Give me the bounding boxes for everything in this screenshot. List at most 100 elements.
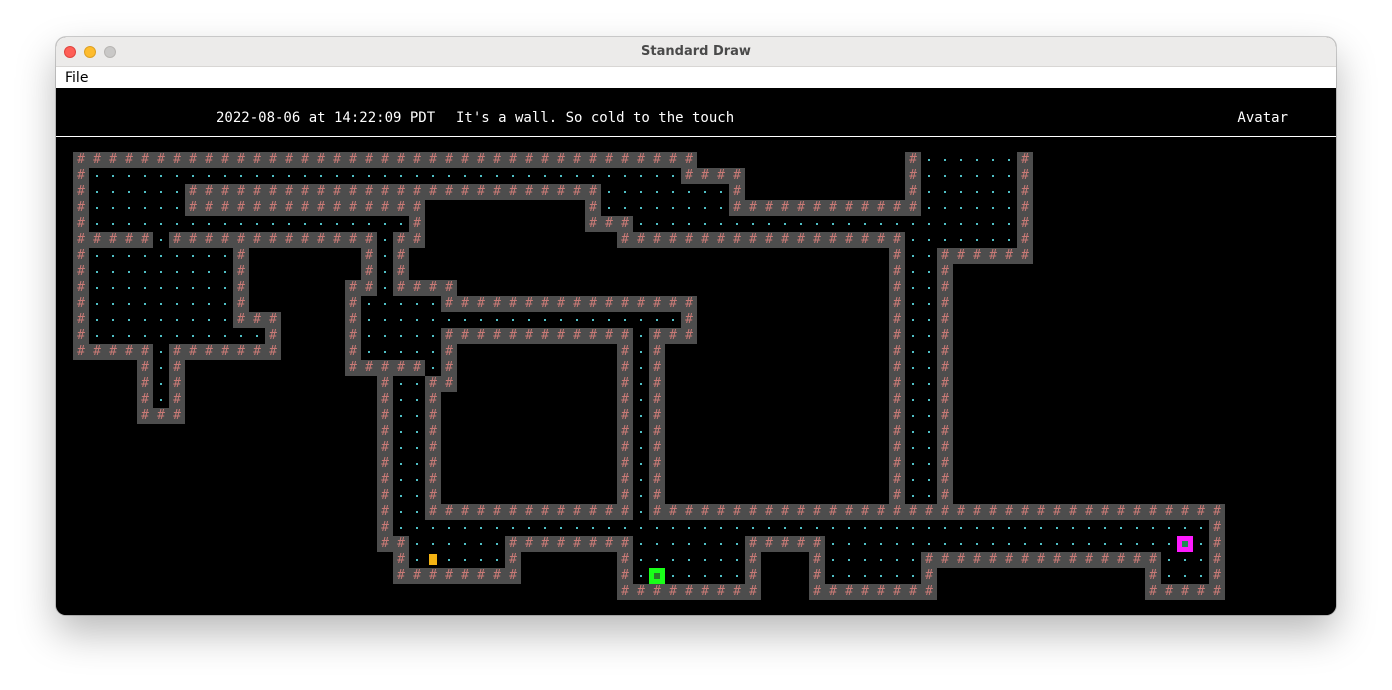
wall-tile: # [1209,504,1225,520]
wall-tile: # [505,536,521,552]
floor-tile [617,520,633,536]
wall-tile: # [617,392,633,408]
floor-tile [761,216,777,232]
floor-tile [921,424,937,440]
wall-tile: # [761,232,777,248]
wall-tile: # [169,344,185,360]
wall-tile: # [585,152,601,168]
wall-tile: # [425,280,441,296]
floor-tile [921,344,937,360]
wall-tile: # [1145,504,1161,520]
wall-tile: # [473,504,489,520]
wall-tile: # [169,392,185,408]
wall-tile: # [745,568,761,584]
wall-tile: # [1033,504,1049,520]
wall-tile: # [697,504,713,520]
floor-tile [137,264,153,280]
floor-tile [585,312,601,328]
wall-tile: # [201,344,217,360]
wall-tile: # [217,344,233,360]
wall-tile: # [249,152,265,168]
floor-tile [441,312,457,328]
wall-tile: # [585,296,601,312]
wall-tile: # [393,552,409,568]
wall-tile: # [377,424,393,440]
floor-tile [649,216,665,232]
wall-tile: # [393,360,409,376]
floor-tile [505,168,521,184]
floor-tile [953,216,969,232]
floor-tile [393,376,409,392]
wall-tile: # [425,456,441,472]
floor-tile [825,568,841,584]
wall-tile: # [121,232,137,248]
wall-tile: # [1129,504,1145,520]
floor-tile [137,280,153,296]
wall-tile: # [889,328,905,344]
floor-tile [89,200,105,216]
game-canvas[interactable]: 2022-08-06 at 14:22:09 PDT It's a wall. … [56,88,1336,615]
wall-tile: # [377,360,393,376]
wall-tile: # [441,504,457,520]
wall-tile: # [937,344,953,360]
floor-tile [201,296,217,312]
floor-tile [217,168,233,184]
floor-tile [633,392,649,408]
wall-tile: # [937,472,953,488]
wall-tile: # [905,184,921,200]
floor-tile [105,216,121,232]
floor-tile [713,184,729,200]
floor-tile [489,552,505,568]
floor-tile [985,216,1001,232]
wall-tile: # [681,312,697,328]
floor-tile [825,536,841,552]
floor-tile [857,568,873,584]
floor-tile [617,200,633,216]
wall-tile: # [169,408,185,424]
wall-tile: # [73,232,89,248]
wall-tile: # [153,408,169,424]
wall-tile: # [441,376,457,392]
floor-tile [105,168,121,184]
floor-tile [169,168,185,184]
wall-tile: # [585,184,601,200]
wall-tile: # [889,440,905,456]
wall-tile: # [1017,232,1033,248]
floor-tile [905,520,921,536]
wall-tile: # [377,456,393,472]
wall-tile: # [841,232,857,248]
floor-tile [409,392,425,408]
floor-tile [441,552,457,568]
wall-tile: # [969,504,985,520]
floor-tile [217,328,233,344]
wall-tile: # [937,392,953,408]
floor-tile [969,184,985,200]
wall-tile: # [617,456,633,472]
wall-tile: # [649,232,665,248]
floor-tile [265,216,281,232]
wall-tile: # [233,312,249,328]
wall-tile: # [617,440,633,456]
wall-tile: # [377,200,393,216]
wall-tile: # [329,200,345,216]
floor-tile [121,312,137,328]
floor-tile [681,184,697,200]
floor-tile [985,536,1001,552]
wall-tile: # [441,568,457,584]
floor-tile [377,312,393,328]
wall-tile: # [1017,152,1033,168]
floor-tile [713,216,729,232]
floor-tile [777,216,793,232]
floor-tile [713,536,729,552]
wall-tile: # [905,168,921,184]
wall-tile: # [585,536,601,552]
floor-tile [137,216,153,232]
wall-tile: # [825,232,841,248]
floor-tile [889,520,905,536]
floor-tile [409,504,425,520]
wall-tile: # [217,232,233,248]
menu-file[interactable]: File [65,68,88,88]
floor-tile [905,456,921,472]
floor-tile [393,440,409,456]
title-bar[interactable]: Standard Draw [56,37,1336,67]
